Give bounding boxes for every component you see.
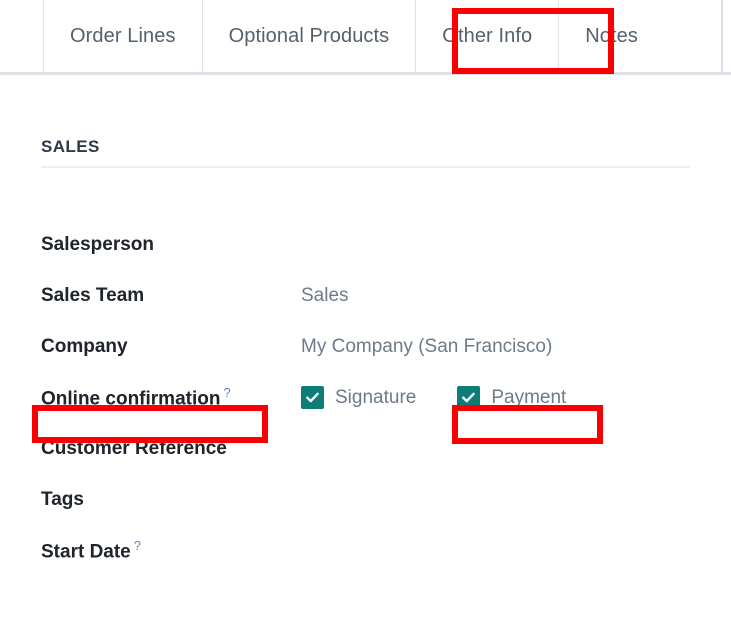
checkmark-icon[interactable] (457, 386, 481, 409)
section-divider (41, 166, 690, 168)
field-row-sales-team: Sales Team Sales (41, 270, 701, 321)
checkbox-payment-label: Payment (491, 386, 567, 408)
company-value[interactable]: My Company (San Francisco) (301, 336, 552, 358)
sales-team-label: Sales Team (41, 284, 145, 306)
tab-leading-spacer (2, 0, 43, 72)
tab-optional-products-label: Optional Products (228, 24, 390, 47)
field-row-start-date: Start Date? (41, 525, 701, 576)
other-info-panel: SALES Salesperson Sales Team Sales Compa… (0, 75, 731, 627)
salesperson-label: Salesperson (41, 233, 154, 255)
tab-order-lines-label: Order Lines (70, 24, 176, 47)
tab-notes-label: Notes (585, 24, 638, 47)
online-confirmation-options: Signature Payment (301, 386, 566, 409)
checkbox-payment[interactable]: Payment (457, 386, 566, 409)
company-label: Company (41, 335, 128, 357)
checkbox-signature[interactable]: Signature (301, 386, 416, 409)
tab-other-info-label: Other Info (442, 24, 533, 47)
online-confirmation-label: Online confirmation? (41, 385, 301, 410)
checkmark-icon[interactable] (301, 386, 324, 409)
sales-team-value[interactable]: Sales (301, 285, 349, 307)
start-date-label-text: Start Date (41, 541, 131, 563)
tab-optional-products[interactable]: Optional Products (201, 0, 416, 72)
tab-list: Order Lines Optional Products Other Info… (2, 0, 664, 72)
field-row-customer-reference: Customer Reference (41, 423, 701, 474)
tab-notes[interactable]: Notes (558, 0, 664, 72)
field-row-online-confirmation: Online confirmation? Signature Payment (41, 372, 701, 423)
online-confirmation-label-text: Online confirmation (41, 388, 221, 410)
tags-label: Tags (41, 488, 84, 510)
sales-section-header: SALES (41, 137, 690, 168)
tab-strip: Order Lines Optional Products Other Info… (0, 0, 731, 75)
field-row-tags: Tags (41, 474, 701, 525)
help-icon[interactable]: ? (134, 538, 141, 553)
sales-fields: Salesperson Sales Team Sales Company My … (41, 219, 701, 576)
field-row-company: Company My Company (San Francisco) (41, 321, 701, 372)
tab-other-info[interactable]: Other Info (415, 0, 559, 72)
customer-reference-label: Customer Reference (41, 437, 227, 459)
section-title-sales: SALES (41, 137, 100, 156)
checkbox-signature-label: Signature (335, 386, 417, 408)
field-row-salesperson: Salesperson (41, 219, 701, 270)
tab-strip-right-border (721, 0, 723, 72)
help-icon[interactable]: ? (223, 385, 230, 400)
start-date-label: Start Date? (41, 538, 301, 563)
tab-order-lines[interactable]: Order Lines (43, 0, 202, 72)
